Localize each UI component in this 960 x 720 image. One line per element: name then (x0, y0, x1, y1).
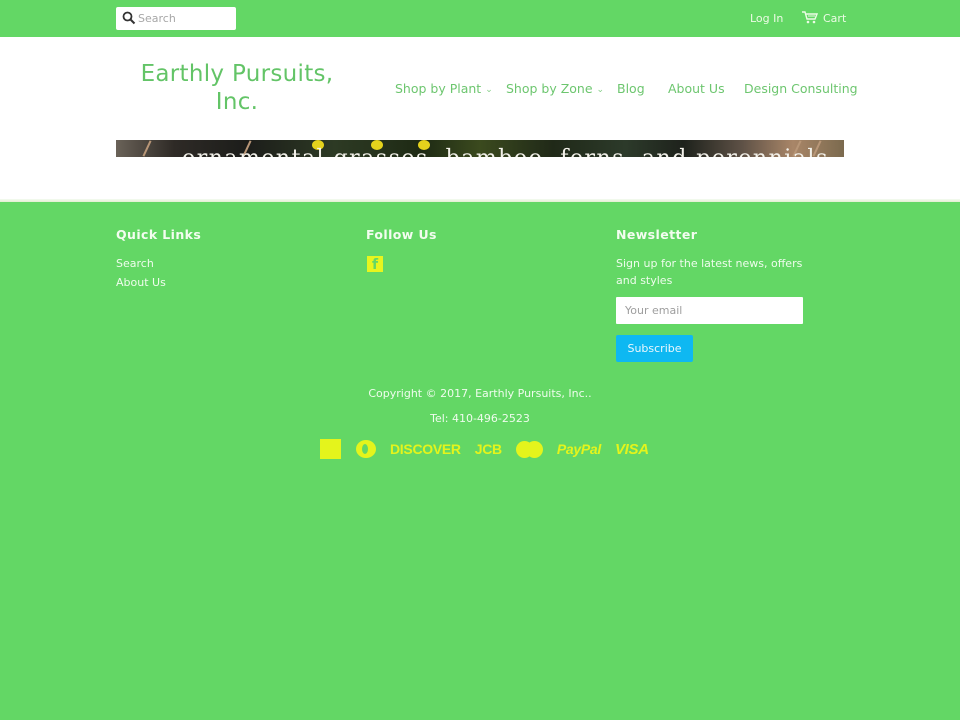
banner-text: ornamental grasses, bamboo, ferns, and p… (182, 148, 829, 158)
footer-link-about-us[interactable]: About Us (116, 276, 166, 289)
search-box[interactable] (116, 7, 236, 30)
american-express-icon (320, 439, 341, 459)
cart-icon[interactable] (802, 11, 818, 24)
diners-club-icon (356, 440, 376, 458)
hero-banner-image: ornamental grasses, bamboo, ferns, and p… (116, 140, 844, 157)
nav-blog[interactable]: Blog (617, 81, 645, 96)
banner-grass (142, 140, 152, 157)
footer-link-search[interactable]: Search (116, 257, 154, 270)
chevron-down-icon: ⌄ (596, 85, 605, 95)
quick-links-title: Quick Links (116, 227, 202, 242)
visa-icon: VISA (614, 440, 649, 458)
follow-us-title: Follow Us (366, 227, 437, 242)
newsletter-title: Newsletter (616, 227, 698, 242)
copyright-text: Copyright © 2017, Earthly Pursuits, Inc.… (368, 387, 592, 400)
paypal-icon: PayPal (556, 441, 601, 457)
top-bar: Log In Cart (0, 0, 960, 37)
site-header: Earthly Pursuits, Inc. Shop by Plant ⌄ Sh… (0, 37, 960, 202)
nav-shop-by-plant[interactable]: Shop by Plant ⌄ (395, 81, 493, 96)
newsletter-description: Sign up for the latest news, offers and … (616, 257, 803, 287)
telephone-text: Tel: 410-496-2523 (430, 412, 530, 425)
nav-label: Shop by Plant (395, 81, 482, 96)
payment-icons: DISCOVER JCB PayPal VISA (320, 438, 663, 460)
search-input[interactable] (138, 7, 234, 30)
email-field[interactable] (616, 297, 803, 324)
search-icon[interactable] (122, 11, 136, 25)
login-link[interactable]: Log In (750, 12, 783, 25)
site-logo[interactable]: Earthly Pursuits, Inc. (116, 60, 358, 116)
nav-design-consulting[interactable]: Design Consulting (744, 81, 858, 96)
nav-label: Shop by Zone (506, 81, 593, 96)
chevron-down-icon: ⌄ (485, 85, 493, 95)
nav-about-us[interactable]: About Us (668, 81, 725, 96)
mastercard-icon (515, 440, 543, 458)
nav-shop-by-zone[interactable]: Shop by Zone ⌄ (506, 81, 604, 96)
discover-icon: DISCOVER (390, 441, 461, 457)
cart-link[interactable]: Cart (823, 12, 846, 25)
site-footer: Quick Links Search About Us Follow Us f … (0, 202, 960, 720)
facebook-icon[interactable]: f (367, 256, 383, 273)
subscribe-button[interactable]: Subscribe (616, 335, 693, 362)
jcb-icon: JCB (474, 441, 502, 457)
